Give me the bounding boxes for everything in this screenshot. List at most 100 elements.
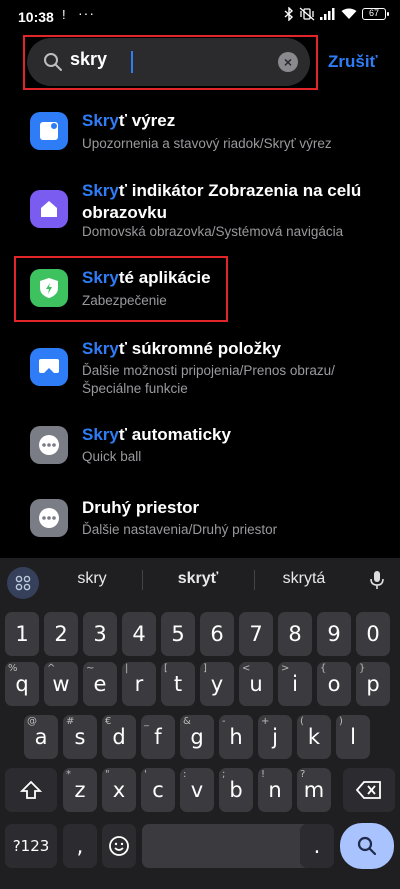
- key-p[interactable]: p}: [356, 662, 390, 706]
- suggestion[interactable]: skryť: [148, 570, 248, 588]
- key-f[interactable]: f _: [141, 715, 175, 759]
- key-0[interactable]: 0: [356, 612, 390, 656]
- emoji-key[interactable]: [102, 824, 136, 868]
- key-secondary-symbol: !: [261, 769, 266, 780]
- search-icon: [357, 836, 377, 856]
- key-6[interactable]: 6: [200, 612, 234, 656]
- key-n[interactable]: n!: [258, 768, 292, 812]
- keyboard-menu-icon[interactable]: [7, 567, 39, 599]
- key-label: e: [93, 672, 107, 696]
- key-secondary-symbol: |: [125, 663, 129, 674]
- search-key[interactable]: [340, 823, 394, 869]
- key-secondary-symbol: ): [339, 716, 343, 727]
- key-u[interactable]: u <: [239, 662, 273, 706]
- backspace-key[interactable]: [343, 768, 395, 812]
- key-label: s: [74, 725, 86, 749]
- comma-key[interactable]: ,: [63, 824, 97, 868]
- battery-icon: 67: [362, 8, 389, 20]
- result-title: Skryť indikátor Zobrazenia na celú: [82, 181, 362, 200]
- wifi-icon: [341, 8, 357, 19]
- key-c[interactable]: c ': [141, 768, 175, 812]
- key-a[interactable]: a @: [24, 715, 58, 759]
- key-s[interactable]: s #: [63, 715, 97, 759]
- period-key[interactable]: .: [300, 824, 334, 868]
- key-label: ,: [76, 834, 84, 858]
- cancel-button[interactable]: Zrušiť: [328, 52, 378, 72]
- key-label: o: [327, 672, 341, 696]
- space-key[interactable]: [142, 824, 322, 868]
- key-secondary-symbol: _: [144, 716, 149, 727]
- key-label: w: [52, 672, 70, 696]
- key-secondary-symbol: <: [242, 663, 251, 674]
- vibrate-off-icon: [299, 7, 315, 21]
- key-secondary-symbol: ]: [203, 663, 207, 674]
- result-title: Druhý priestor: [82, 498, 200, 517]
- key-w[interactable]: w ^: [44, 662, 78, 706]
- key-secondary-symbol: (: [300, 716, 304, 727]
- key-d[interactable]: d €: [102, 715, 136, 759]
- key-h[interactable]: h-: [219, 715, 253, 759]
- key-g[interactable]: g &: [180, 715, 214, 759]
- key-label: x: [112, 778, 126, 802]
- key-l[interactable]: l): [336, 715, 370, 759]
- key-label: u: [249, 672, 263, 696]
- key-r[interactable]: r |: [122, 662, 156, 706]
- key-label: z: [74, 778, 86, 802]
- key-label: p: [366, 672, 380, 696]
- key-3[interactable]: 3: [83, 612, 117, 656]
- status-bar: 10:38 ! ··· 67: [0, 0, 400, 32]
- key-label: c: [152, 778, 164, 802]
- key-8[interactable]: 8: [278, 612, 312, 656]
- key-2[interactable]: 2: [44, 612, 78, 656]
- suggestion[interactable]: skry: [42, 570, 142, 588]
- key-e[interactable]: e ~: [83, 662, 117, 706]
- key-x[interactable]: x ": [102, 768, 136, 812]
- symbols-key[interactable]: ?123: [5, 824, 57, 868]
- mic-icon[interactable]: [370, 570, 384, 590]
- key-b[interactable]: b;: [219, 768, 253, 812]
- key-i[interactable]: i >: [278, 662, 312, 706]
- more-notifications-icon: ···: [78, 5, 95, 21]
- shift-key[interactable]: [5, 768, 57, 812]
- key-o[interactable]: o{: [317, 662, 351, 706]
- search-result[interactable]: Druhý priestor Ďalšie nastavenia/Druhý p…: [0, 497, 400, 547]
- result-subtitle: Domovská obrazovka/Systémová navigácia: [82, 224, 344, 239]
- key-secondary-symbol: #: [66, 716, 75, 727]
- key-label: ?123: [12, 837, 50, 855]
- key-label: t: [173, 672, 183, 696]
- search-result[interactable]: Skryť výrez Upozornenia a stavový riadok…: [0, 110, 400, 160]
- key-q[interactable]: q%: [5, 662, 39, 706]
- more-icon: [30, 426, 68, 464]
- key-z[interactable]: z *: [63, 768, 97, 812]
- key-label: 3: [93, 622, 107, 646]
- status-time: 10:38: [18, 9, 54, 25]
- key-label: 5: [171, 622, 185, 646]
- search-result[interactable]: Skryť súkromné položky Ďalšie možnosti p…: [0, 338, 400, 398]
- status-icons: 67: [284, 7, 389, 21]
- search-result[interactable]: Skryť automaticky Quick ball: [0, 424, 400, 474]
- key-1[interactable]: 1: [5, 612, 39, 656]
- key-t[interactable]: t[: [161, 662, 195, 706]
- key-j[interactable]: j +: [258, 715, 292, 759]
- key-9[interactable]: 9: [317, 612, 351, 656]
- result-title: Skryť výrez: [82, 111, 176, 130]
- key-5[interactable]: 5: [161, 612, 195, 656]
- key-label: n: [268, 778, 282, 802]
- key-m[interactable]: m?: [297, 768, 331, 812]
- search-result[interactable]: Skryť indikátor Zobrazenia na celú obraz…: [0, 180, 400, 240]
- result-highlight-box: [14, 256, 228, 322]
- keyboard: skry skryť skrytá 1 2 3 4 5 6 7 8 9 0 q% w ^ e ~ r | t[y]…: [0, 558, 400, 889]
- key-secondary-symbol: €: [105, 716, 112, 727]
- key-k[interactable]: k(: [297, 715, 331, 759]
- key-label: i: [292, 672, 298, 696]
- key-7[interactable]: 7: [239, 612, 273, 656]
- result-subtitle: Ďalšie nastavenia/Druhý priestor: [82, 522, 278, 537]
- key-y[interactable]: y]: [200, 662, 234, 706]
- key-label: 0: [366, 622, 380, 646]
- key-v[interactable]: v:: [180, 768, 214, 812]
- suggestion[interactable]: skrytá: [254, 570, 354, 588]
- key-4[interactable]: 4: [122, 612, 156, 656]
- result-title: Skryť súkromné položky: [82, 339, 281, 358]
- key-secondary-symbol: &: [183, 716, 191, 727]
- shift-icon: [19, 780, 43, 799]
